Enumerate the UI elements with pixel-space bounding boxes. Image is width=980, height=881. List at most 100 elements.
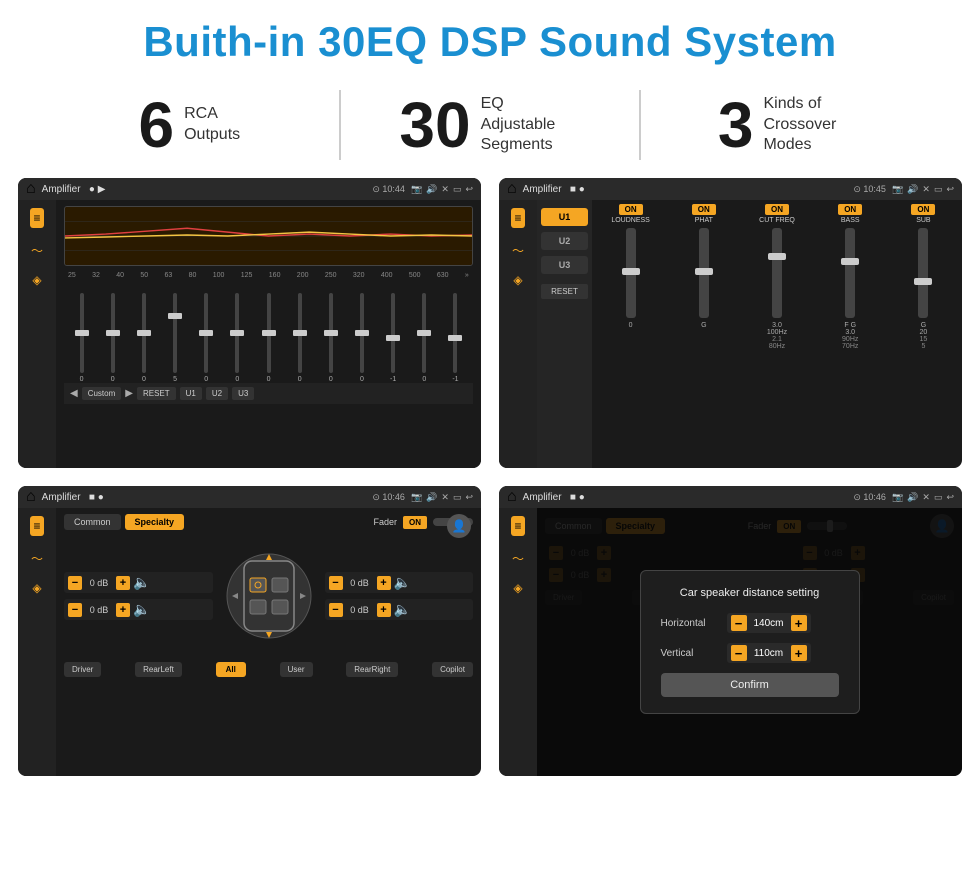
eq-slider-2[interactable]: 0 xyxy=(97,293,128,383)
eq-slider-6[interactable]: 0 xyxy=(222,293,253,383)
spk-tr-plus[interactable]: + xyxy=(377,576,391,590)
eq-u1-btn[interactable]: U1 xyxy=(180,387,202,400)
amp2-preset-col: U1 U2 U3 RESET xyxy=(537,200,592,468)
dist-close-icon[interactable]: ✕ xyxy=(922,492,930,503)
spk-sidebar-icon-2[interactable]: 〜 xyxy=(31,550,43,567)
dist-home-icon[interactable]: ⌂ xyxy=(507,488,517,506)
eq-slider-4[interactable]: 5 xyxy=(159,293,190,383)
spk-close-icon[interactable]: ✕ xyxy=(441,492,449,503)
minimize-icon[interactable]: ▭ xyxy=(453,184,462,195)
eq-slider-11[interactable]: -1 xyxy=(378,293,409,383)
eq-freq-labels: 25 32 40 50 63 80 100 125 160 200 250 32… xyxy=(64,272,473,279)
amp2-cutfreq-on[interactable]: ON xyxy=(765,204,789,215)
eq-slider-8[interactable]: 0 xyxy=(284,293,315,383)
spk-sidebar-icon-1[interactable]: ≡ xyxy=(30,516,43,536)
spk-sidebar-icon-3[interactable]: ◈ xyxy=(32,581,41,595)
dialog-horizontal-plus[interactable]: + xyxy=(791,615,807,631)
spk-br-val: 0 dB xyxy=(346,605,374,615)
spk-fader-on-btn[interactable]: ON xyxy=(403,516,427,529)
eq-slider-9[interactable]: 0 xyxy=(315,293,346,383)
eq-u2-btn[interactable]: U2 xyxy=(206,387,228,400)
spk-rearleft-btn[interactable]: RearLeft xyxy=(135,662,182,677)
amp2-minimize-icon[interactable]: ▭ xyxy=(934,184,943,195)
home-icon[interactable]: ⌂ xyxy=(26,180,36,198)
amp2-phat-on[interactable]: ON xyxy=(692,204,716,215)
amp2-u3-preset[interactable]: U3 xyxy=(541,256,588,274)
amp2-sidebar-icon-2[interactable]: 〜 xyxy=(512,242,524,259)
spk-home-icon[interactable]: ⌂ xyxy=(26,488,36,506)
spk-all-btn[interactable]: All xyxy=(216,662,246,677)
dist-minimize-icon[interactable]: ▭ xyxy=(934,492,943,503)
amp2-loudness-on[interactable]: ON xyxy=(619,204,643,215)
freq-more[interactable]: » xyxy=(465,272,469,279)
dialog-vertical-plus[interactable]: + xyxy=(791,645,807,661)
freq-25: 25 xyxy=(68,272,76,279)
eq-slider-10[interactable]: 0 xyxy=(346,293,377,383)
spk-bottom-right-ctrl[interactable]: − 0 dB + 🔈 xyxy=(325,599,474,620)
stat-item-crossover: 3 Kinds ofCrossover Modes xyxy=(661,93,920,157)
amp2-back-icon[interactable]: ↩ xyxy=(946,184,954,195)
dist-sidebar-icon-2[interactable]: 〜 xyxy=(512,550,524,567)
spk-bl-plus[interactable]: + xyxy=(116,603,130,617)
dialog-horizontal-minus[interactable]: − xyxy=(731,615,747,631)
eq-slider-5[interactable]: 0 xyxy=(191,293,222,383)
eq-next-arrow[interactable]: ▶ xyxy=(125,388,133,399)
amp2-u1-preset[interactable]: U1 xyxy=(541,208,588,226)
amp2-sidebar-icon-3[interactable]: ◈ xyxy=(513,273,522,287)
eq-sidebar-icon-2[interactable]: 〜 xyxy=(31,242,43,259)
spk-camera-icon: 📷 xyxy=(411,492,422,503)
dist-status-bar: ⌂ Amplifier ■ ● ⊙ 10:46 📷 🔊 ✕ ▭ ↩ xyxy=(499,486,962,508)
dist-back-icon[interactable]: ↩ xyxy=(946,492,954,503)
spk-tab-common[interactable]: Common xyxy=(64,514,121,530)
confirm-button[interactable]: Confirm xyxy=(661,673,839,697)
amp2-sub-on[interactable]: ON xyxy=(911,204,935,215)
amp2-reset-btn[interactable]: RESET xyxy=(541,284,588,299)
close-icon[interactable]: ✕ xyxy=(441,184,449,195)
amp2-u2-preset[interactable]: U2 xyxy=(541,232,588,250)
spk-copilot-btn[interactable]: Copilot xyxy=(432,662,473,677)
amp2-home-icon[interactable]: ⌂ xyxy=(507,180,517,198)
spk-tr-minus[interactable]: − xyxy=(329,576,343,590)
spk-minimize-icon[interactable]: ▭ xyxy=(453,492,462,503)
spk-top-left-ctrl[interactable]: − 0 dB + 🔈 xyxy=(64,572,213,593)
dist-sidebar-icon-3[interactable]: ◈ xyxy=(513,581,522,595)
spk-bottom-left-ctrl[interactable]: − 0 dB + 🔈 xyxy=(64,599,213,620)
spk-bl-minus[interactable]: − xyxy=(68,603,82,617)
back-icon[interactable]: ↩ xyxy=(465,184,473,195)
eq-slider-1[interactable]: 0 xyxy=(66,293,97,383)
spk-volume-icon: 🔊 xyxy=(426,492,437,503)
spk-rearright-btn[interactable]: RearRight xyxy=(346,662,398,677)
eq-slider-3[interactable]: 0 xyxy=(128,293,159,383)
eq-reset-btn[interactable]: RESET xyxy=(137,387,176,400)
eq-slider-12[interactable]: 0 xyxy=(409,293,440,383)
spk-tl-minus[interactable]: − xyxy=(68,576,82,590)
spk-tab-specialty[interactable]: Specialty xyxy=(125,514,185,530)
spk-back-icon[interactable]: ↩ xyxy=(465,492,473,503)
volume-icon: 🔊 xyxy=(426,184,437,195)
amp2-status-time: ⊙ 10:45 xyxy=(853,184,886,195)
eq-slider-13[interactable]: -1 xyxy=(440,293,471,383)
spk-br-plus[interactable]: + xyxy=(377,603,391,617)
dist-sidebar: ≡ 〜 ◈ xyxy=(499,508,537,776)
amp2-sidebar-icon-1[interactable]: ≡ xyxy=(511,208,524,228)
amp2-bass-on[interactable]: ON xyxy=(838,204,862,215)
eq-prev-arrow[interactable]: ◀ xyxy=(70,388,78,399)
spk-tl-val: 0 dB xyxy=(85,578,113,588)
dialog-vertical-minus[interactable]: − xyxy=(731,645,747,661)
spk-br-minus[interactable]: − xyxy=(329,603,343,617)
amp2-phat-label: PHAT xyxy=(695,217,713,224)
eq-sidebar-icon-1[interactable]: ≡ xyxy=(30,208,43,228)
dist-sidebar-icon-1[interactable]: ≡ xyxy=(511,516,524,536)
freq-400: 400 xyxy=(381,272,393,279)
spk-tl-plus[interactable]: + xyxy=(116,576,130,590)
eq-slider-7[interactable]: 0 xyxy=(253,293,284,383)
spk-top-right-ctrl[interactable]: − 0 dB + 🔈 xyxy=(325,572,474,593)
spk-driver-btn[interactable]: Driver xyxy=(64,662,101,677)
eq-custom-btn[interactable]: Custom xyxy=(82,387,122,400)
spk-user-btn[interactable]: User xyxy=(280,662,313,677)
eq-sidebar-icon-3[interactable]: ◈ xyxy=(32,273,41,287)
amp2-close-icon[interactable]: ✕ xyxy=(922,184,930,195)
spk-avatar-icon[interactable]: 👤 xyxy=(447,514,471,538)
dialog-vertical-stepper: − 110cm + xyxy=(727,643,811,663)
eq-u3-btn[interactable]: U3 xyxy=(232,387,254,400)
